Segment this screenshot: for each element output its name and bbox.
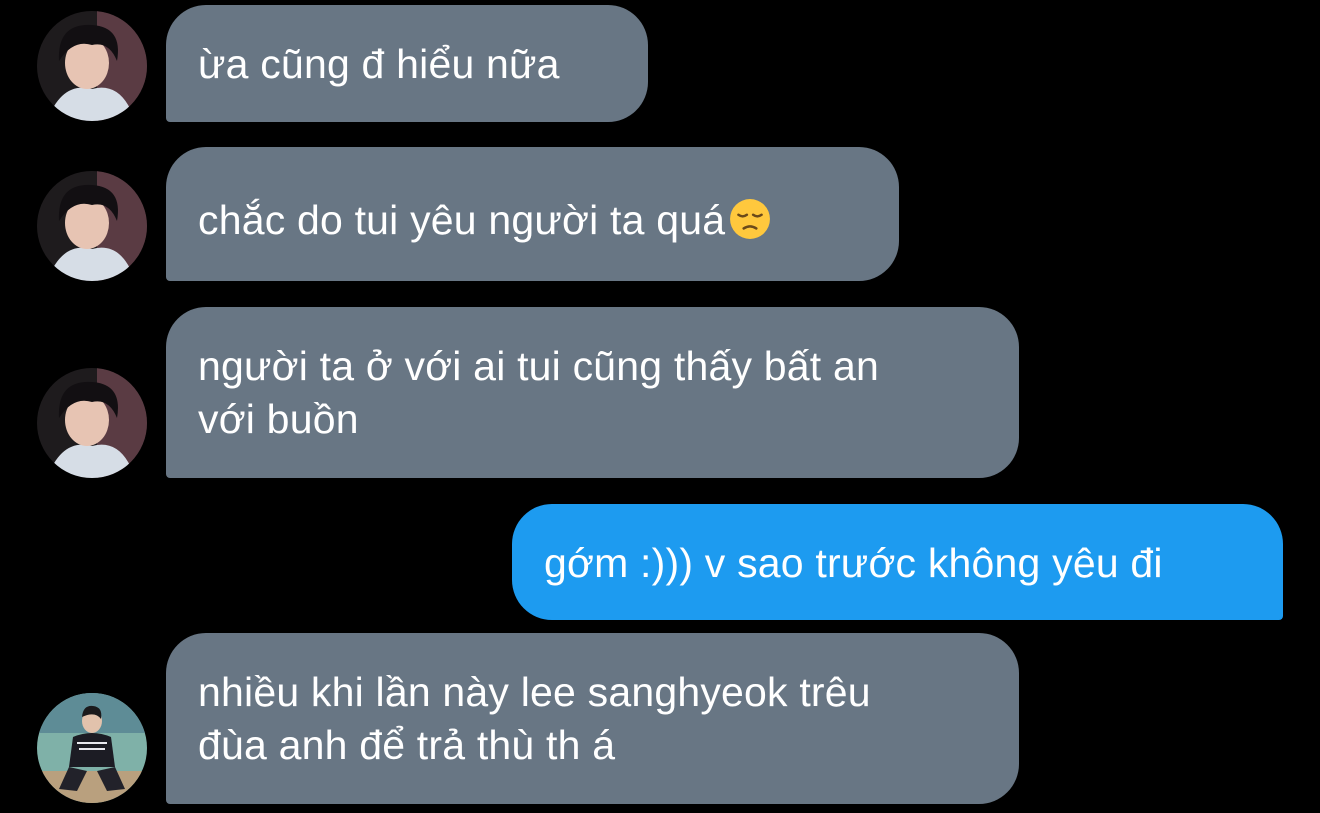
avatar-dark-portrait-icon	[37, 11, 147, 121]
message-text: người ta ở với ai tui cũng thấy bất an	[198, 343, 879, 389]
message-text: với buồn	[198, 396, 359, 442]
sender-avatar[interactable]	[37, 693, 147, 803]
message-bubble[interactable]: người ta ở với ai tui cũng thấy bất an v…	[166, 307, 1019, 478]
sender-avatar[interactable]	[37, 11, 147, 121]
message-text: nhiều khi lần này lee sanghyeok trêu	[198, 669, 871, 715]
sender-avatar[interactable]	[37, 171, 147, 281]
sender-avatar[interactable]	[37, 368, 147, 478]
avatar-dark-portrait-icon	[37, 171, 147, 281]
message-text: chắc do tui yêu người ta quá	[198, 194, 867, 247]
message-bubble[interactable]: chắc do tui yêu người ta quá	[166, 147, 899, 281]
message-text: đùa anh để trả thù th á	[198, 722, 616, 768]
message-text: gớm :))) v sao trước không yêu đi	[544, 540, 1163, 586]
avatar-court-photo-icon	[37, 693, 147, 803]
message-bubble[interactable]: ừa cũng đ hiểu nữa	[166, 5, 648, 122]
message-bubble[interactable]: nhiều khi lần này lee sanghyeok trêu đùa…	[166, 633, 1019, 804]
pensive-face-icon	[730, 199, 771, 239]
message-text: ừa cũng đ hiểu nữa	[198, 41, 560, 87]
avatar-dark-portrait-icon	[37, 368, 147, 478]
message-bubble[interactable]: gớm :))) v sao trước không yêu đi	[512, 504, 1283, 620]
